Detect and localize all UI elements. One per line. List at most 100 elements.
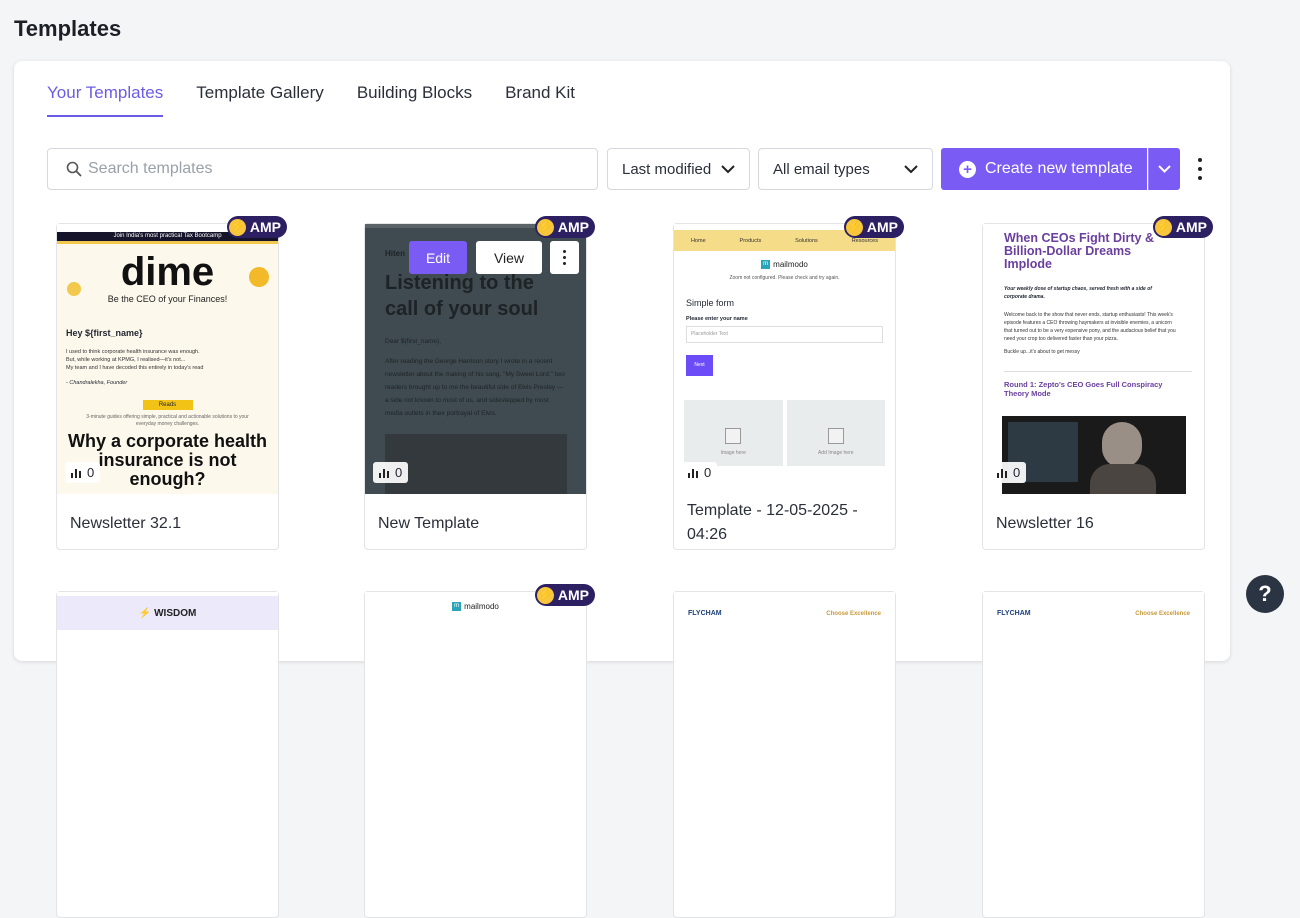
template-card[interactable]: ⚡ AMP m mailmodo xyxy=(364,584,595,918)
tab-your-templates[interactable]: Your Templates xyxy=(47,83,164,117)
template-card[interactable]: ⚡ AMP Hiten Listening to the call of your… xyxy=(364,216,595,550)
preview-logo: mailmodo xyxy=(464,602,499,611)
bar-chart-icon xyxy=(688,468,698,478)
amp-label: AMP xyxy=(557,587,589,603)
bar-chart-icon xyxy=(997,468,1007,478)
template-thumbnail[interactable]: FLYCHAM Choose Excellence xyxy=(674,592,895,862)
preview-image-placeholder: Add Image here xyxy=(786,400,885,467)
search-box[interactable] xyxy=(47,148,598,190)
stats-count: 0 xyxy=(1013,465,1021,480)
template-card[interactable]: ⚡ WISDOM xyxy=(56,591,279,918)
amp-label: AMP xyxy=(249,219,281,235)
amp-label: AMP xyxy=(866,219,898,235)
preview-line: But, while working at KPMG, I realised—i… xyxy=(66,357,186,363)
preview-headline: Listening to the call of your soul xyxy=(385,272,539,320)
template-thumbnail[interactable]: ⚡ WISDOM xyxy=(57,592,278,862)
edit-button[interactable]: Edit xyxy=(409,241,467,274)
preview-headline: When CEOs Fight Dirty & Billion-Dollar D… xyxy=(1004,231,1154,271)
flycham-logo: FLYCHAM xyxy=(997,610,1031,617)
preview-blurb: 3-minute guides offering simple, practic… xyxy=(86,414,249,427)
page-title: Templates xyxy=(14,16,122,41)
preview-form-title: Simple form xyxy=(686,298,735,309)
preview-nav-item: Home xyxy=(690,237,706,244)
amp-badge: ⚡ AMP xyxy=(843,216,904,238)
search-icon xyxy=(66,161,82,177)
amp-label: AMP xyxy=(557,219,589,235)
tab-brand-kit[interactable]: Brand Kit xyxy=(505,83,575,117)
template-card[interactable]: ⚡ AMP Home Products Solutions Resources m… xyxy=(673,216,904,550)
lightning-icon: ⚡ xyxy=(228,218,246,236)
email-type-dropdown-label: All email types xyxy=(773,160,870,178)
stats-badge: 0 xyxy=(373,462,409,483)
template-name[interactable]: Newsletter 16 xyxy=(996,512,1094,536)
chevron-down-icon xyxy=(721,164,735,173)
more-options-icon[interactable] xyxy=(1190,156,1210,182)
card-more-options-icon[interactable] xyxy=(550,241,579,274)
preview-tagline: Be the CEO of your Finances! xyxy=(107,294,228,304)
preview-image xyxy=(1002,416,1186,494)
amp-badge: ⚡ AMP xyxy=(534,584,595,606)
lightning-icon: ⚡ xyxy=(845,218,863,236)
preview-coin-icon xyxy=(67,282,81,296)
amp-badge: ⚡ AMP xyxy=(534,216,595,238)
search-input[interactable] xyxy=(88,160,568,178)
template-thumbnail[interactable]: FLYCHAM Choose Excellence xyxy=(983,592,1204,862)
sort-dropdown[interactable]: Last modified xyxy=(607,148,750,190)
help-button[interactable]: ? xyxy=(1246,575,1284,613)
tab-building-blocks[interactable]: Building Blocks xyxy=(357,83,472,117)
preview-nav-item: Products xyxy=(739,237,762,244)
preview-body: After reading the George Harrison story … xyxy=(385,358,565,417)
preview-section: Round 1: Zepto's CEO Goes Full Conspirac… xyxy=(1004,380,1163,398)
preview-field: Placeholder Text xyxy=(686,326,883,344)
sort-dropdown-label: Last modified xyxy=(622,160,712,178)
preview-tag: Choose Excellence xyxy=(826,610,881,617)
preview-line: I used to think corporate health insuran… xyxy=(66,349,200,355)
template-thumbnail[interactable]: Home Products Solutions Resources m mailm… xyxy=(674,224,895,494)
preview-nav-item: Solutions xyxy=(795,237,818,244)
view-button[interactable]: View xyxy=(476,241,542,274)
template-card[interactable]: ⚡ AMP Join India's most practical Tax Boo… xyxy=(56,216,287,550)
template-thumbnail[interactable]: Join India's most practical Tax Bootcamp… xyxy=(57,224,278,494)
chevron-down-icon xyxy=(1158,165,1171,173)
email-type-dropdown[interactable]: All email types xyxy=(758,148,933,190)
stats-badge: 0 xyxy=(991,462,1027,483)
preview-cta: Reads xyxy=(142,400,193,410)
template-name[interactable]: Template - 12-05-2025 - 04:26 xyxy=(687,499,887,547)
template-name[interactable]: New Template xyxy=(378,512,479,536)
preview-brand: dime xyxy=(120,250,215,294)
amp-badge: ⚡ AMP xyxy=(226,216,287,238)
template-thumbnail[interactable]: When CEOs Fight Dirty & Billion-Dollar D… xyxy=(983,224,1204,494)
tab-template-gallery[interactable]: Template Gallery xyxy=(196,83,324,117)
mailmodo-logo-icon: m xyxy=(761,260,771,270)
preview-signoff: - Chandralekha, Founder xyxy=(66,380,128,386)
preview-tag: Choose Excellence xyxy=(1135,610,1190,617)
preview-logo: WISDOM xyxy=(154,607,197,619)
create-template-button[interactable]: + Create new template xyxy=(941,148,1147,190)
plus-circle-icon: + xyxy=(959,160,976,178)
toolbar: Last modified All email types + Create n… xyxy=(47,148,1207,190)
chevron-down-icon xyxy=(904,164,918,173)
stats-badge: 0 xyxy=(65,462,101,483)
preview-image xyxy=(385,434,567,494)
mailmodo-logo-icon: m xyxy=(452,602,462,612)
template-thumbnail[interactable]: m mailmodo xyxy=(365,592,586,862)
preview-intro: Your weekly dose of startup chaos, serve… xyxy=(1004,286,1152,300)
preview-image-placeholder: Image here xyxy=(684,400,783,467)
preview-greeting: Hey ${first_name} xyxy=(66,328,143,338)
stats-badge: 0 xyxy=(682,462,718,483)
preview-closing: Buckle up...it's about to get messy xyxy=(1004,349,1080,355)
tab-bar: Your Templates Template Gallery Building… xyxy=(47,83,575,117)
template-card[interactable]: FLYCHAM Choose Excellence xyxy=(673,591,896,918)
templates-panel: Your Templates Template Gallery Building… xyxy=(14,61,1230,918)
template-card[interactable]: FLYCHAM Choose Excellence xyxy=(982,591,1205,918)
template-name[interactable]: Newsletter 32.1 xyxy=(70,512,181,536)
create-options-toggle[interactable] xyxy=(1148,148,1180,190)
flycham-logo: FLYCHAM xyxy=(688,610,722,617)
template-card[interactable]: ⚡ AMP When CEOs Fight Dirty & Billion-Dol… xyxy=(982,216,1213,550)
preview-line: My team and I have decoded this entirely… xyxy=(66,365,204,371)
amp-badge: ⚡ AMP xyxy=(1152,216,1213,238)
preview-nav-item: Resources xyxy=(851,237,878,244)
stats-count: 0 xyxy=(87,465,95,480)
wisdom-logo-icon: ⚡ xyxy=(138,607,152,619)
create-template-label: Create new template xyxy=(985,160,1133,177)
